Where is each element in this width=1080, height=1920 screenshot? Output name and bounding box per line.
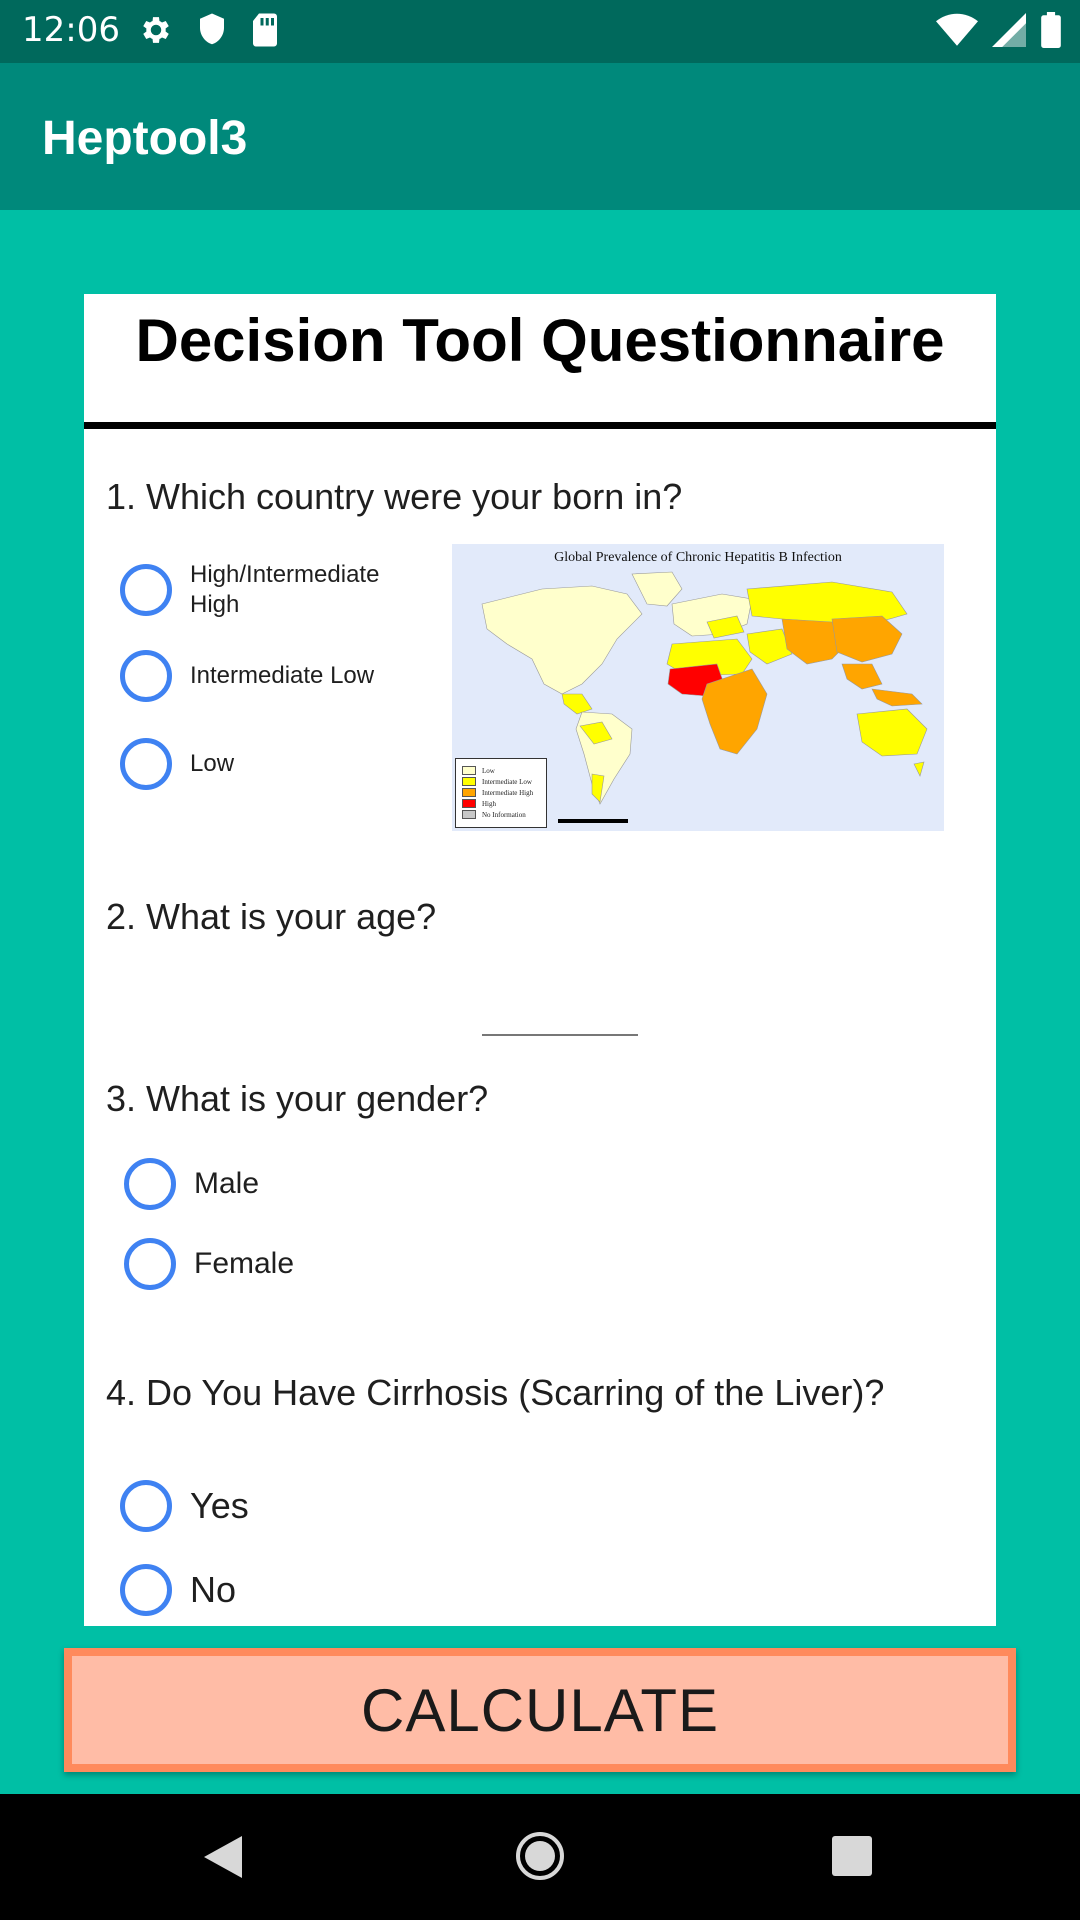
wifi-icon — [936, 12, 978, 52]
radio-circle-icon[interactable] — [124, 1238, 176, 1290]
legend-item: Low — [462, 765, 540, 776]
back-icon[interactable] — [202, 1834, 244, 1884]
radio-circle-icon[interactable] — [120, 564, 172, 616]
legend-item: Intermediate Low — [462, 776, 540, 787]
app-bar: Heptool3 — [0, 63, 1080, 210]
legend-label: No Information — [482, 810, 526, 819]
legend-swatch — [462, 788, 476, 797]
question-2-text: 2. What is your age? — [106, 896, 437, 937]
legend-item: High — [462, 798, 540, 809]
radio-label: Male — [194, 1167, 260, 1200]
recents-icon[interactable] — [832, 1836, 872, 1876]
shield-icon — [196, 12, 228, 52]
legend-label: High — [482, 799, 496, 808]
form-title: Decision Tool Questionnaire — [135, 307, 945, 374]
status-time: 12:06 — [22, 10, 120, 50]
radio-label: Female — [194, 1247, 295, 1280]
questionnaire-card: Decision Tool Questionnaire 1. Which cou… — [84, 294, 996, 1626]
legend-swatch — [462, 777, 476, 786]
legend-item: No Information — [462, 809, 540, 820]
signal-icon — [992, 12, 1026, 52]
radio-label: Low — [190, 750, 235, 777]
legend-label: Intermediate Low — [482, 777, 532, 786]
app-title: Heptool3 — [42, 112, 248, 165]
radio-label: Yes — [190, 1485, 249, 1526]
radio-circle-icon[interactable] — [120, 738, 172, 790]
radio-male[interactable]: Male — [124, 1158, 259, 1210]
radio-label: High/Intermediate High — [190, 561, 380, 618]
radio-high-intermediate-high[interactable]: High/Intermediate High — [120, 560, 420, 620]
status-right-icons — [936, 12, 1062, 52]
calculate-button-label: CALCULATE — [361, 1676, 719, 1744]
legend-swatch — [462, 799, 476, 808]
radio-female[interactable]: Female — [124, 1238, 294, 1290]
status-bar: 12:06 — [0, 0, 1080, 63]
legend-label: Low — [482, 766, 495, 775]
radio-intermediate-low[interactable]: Intermediate Low — [120, 650, 374, 702]
title-divider — [84, 422, 996, 429]
home-icon[interactable] — [514, 1830, 566, 1886]
radio-no[interactable]: No — [120, 1564, 236, 1616]
radio-circle-icon[interactable] — [120, 650, 172, 702]
radio-yes[interactable]: Yes — [120, 1480, 249, 1532]
question-1-text: 1. Which country were your born in? — [106, 476, 683, 517]
map-legend: Low Intermediate Low Intermediate High H… — [455, 758, 547, 828]
status-left-icons — [138, 12, 280, 52]
radio-circle-icon[interactable] — [124, 1158, 176, 1210]
legend-item: Intermediate High — [462, 787, 540, 798]
age-input[interactable] — [482, 984, 638, 1036]
question-3-text: 3. What is your gender? — [106, 1078, 489, 1119]
gear-icon — [138, 12, 174, 52]
radio-label: No — [190, 1569, 237, 1610]
sd-card-icon — [250, 12, 280, 52]
navigation-bar — [0, 1794, 1080, 1920]
question-4-text: 4. Do You Have Cirrhosis (Scarring of th… — [106, 1372, 885, 1413]
battery-icon — [1040, 12, 1062, 52]
hepatitis-prevalence-map: Global Prevalence of Chronic Hepatitis B… — [452, 544, 944, 831]
legend-swatch — [462, 766, 476, 775]
legend-label: Intermediate High — [482, 788, 534, 797]
calculate-button[interactable]: CALCULATE — [64, 1648, 1016, 1772]
radio-circle-icon[interactable] — [120, 1564, 172, 1616]
legend-swatch — [462, 810, 476, 819]
radio-low[interactable]: Low — [120, 738, 234, 790]
radio-label: Intermediate Low — [190, 662, 375, 689]
radio-circle-icon[interactable] — [120, 1480, 172, 1532]
map-scale-bar — [558, 819, 628, 823]
